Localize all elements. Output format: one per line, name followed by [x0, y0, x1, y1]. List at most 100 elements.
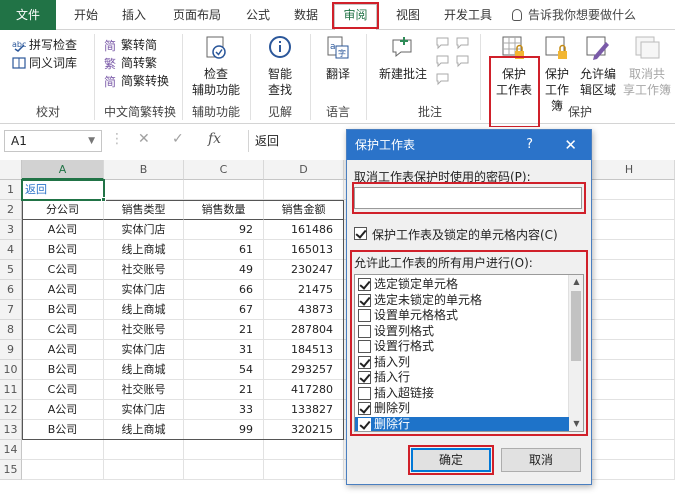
table-cell[interactable]: B公司	[22, 360, 104, 380]
grid-cell[interactable]	[184, 180, 264, 200]
row-header[interactable]: 12	[0, 400, 22, 420]
tab-home[interactable]: 开始	[68, 5, 104, 25]
table-cell[interactable]: 线上商城	[104, 300, 184, 320]
table-cell[interactable]: 实体门店	[104, 400, 184, 420]
grid-cell[interactable]	[584, 340, 675, 360]
enter-icon[interactable]: ✓	[172, 131, 184, 147]
next-comment-button[interactable]	[436, 52, 452, 70]
table-cell[interactable]: 线上商城	[104, 240, 184, 260]
protect-workbook-button[interactable]: 保护 工作簿	[540, 34, 574, 114]
table-cell[interactable]: 67	[184, 300, 264, 320]
new-comment-button[interactable]: 新建批注	[374, 34, 432, 82]
allow-edit-ranges-button[interactable]: 允许编 辑区域	[578, 34, 618, 98]
row-header[interactable]: 13	[0, 420, 22, 440]
grid-cell[interactable]	[584, 320, 675, 340]
unshare-workbook-button[interactable]: 取消共 享工作簿	[620, 34, 674, 98]
grid-cell[interactable]	[584, 460, 675, 480]
grid-cell[interactable]	[22, 460, 104, 480]
help-icon[interactable]: ?	[526, 130, 533, 160]
row-header[interactable]: 2	[0, 200, 22, 220]
grid-cell[interactable]	[584, 280, 675, 300]
formula-input[interactable]: 返回	[248, 130, 348, 152]
table-cell[interactable]: 54	[184, 360, 264, 380]
cancel-icon[interactable]: ✕	[138, 131, 150, 147]
protect-contents-checkbox[interactable]	[354, 227, 367, 240]
table-cell[interactable]: 33	[184, 400, 264, 420]
table-cell[interactable]: 92	[184, 220, 264, 240]
row-header[interactable]: 3	[0, 220, 22, 240]
chevron-down-icon[interactable]: ▼	[88, 131, 95, 151]
table-cell[interactable]: B公司	[22, 300, 104, 320]
show-ink-button[interactable]	[436, 70, 452, 88]
table-cell[interactable]: 161486	[264, 220, 344, 240]
previous-comment-button[interactable]	[456, 34, 472, 52]
tab-file[interactable]: 文件	[0, 0, 56, 30]
row-header[interactable]: 10	[0, 360, 22, 380]
fill-handle[interactable]	[101, 197, 106, 202]
row-header[interactable]: 8	[0, 320, 22, 340]
table-cell[interactable]: 21475	[264, 280, 344, 300]
row-header[interactable]: 15	[0, 460, 22, 480]
table-cell[interactable]: 61	[184, 240, 264, 260]
table-cell[interactable]: 21	[184, 380, 264, 400]
grid-cell[interactable]	[184, 440, 264, 460]
table-cell[interactable]: C公司	[22, 260, 104, 280]
row-header[interactable]: 7	[0, 300, 22, 320]
table-cell[interactable]: 43873	[264, 300, 344, 320]
grid-cell[interactable]	[104, 460, 184, 480]
table-cell[interactable]: 社交账号	[104, 320, 184, 340]
insert-function-icon[interactable]: fx	[208, 131, 221, 147]
column-header[interactable]: H	[584, 160, 675, 180]
table-cell[interactable]: 133827	[264, 400, 344, 420]
table-cell[interactable]: C公司	[22, 380, 104, 400]
row-header[interactable]: 4	[0, 240, 22, 260]
table-cell[interactable]: 线上商城	[104, 360, 184, 380]
table-cell[interactable]: 社交账号	[104, 380, 184, 400]
grid-cell[interactable]	[104, 180, 184, 200]
grid-cell[interactable]	[584, 440, 675, 460]
table-header-cell[interactable]: 销售数量	[184, 200, 264, 220]
row-header[interactable]: 6	[0, 280, 22, 300]
table-cell[interactable]: C公司	[22, 320, 104, 340]
grid-cell[interactable]	[584, 300, 675, 320]
close-icon[interactable]: ✕	[564, 130, 577, 160]
table-cell[interactable]: 31	[184, 340, 264, 360]
table-header-cell[interactable]: 销售金额	[264, 200, 344, 220]
grid-cell[interactable]	[104, 440, 184, 460]
grid-cell[interactable]	[184, 460, 264, 480]
tell-me-search[interactable]: 告诉我你想要做什么	[512, 5, 636, 25]
show-comments-button[interactable]	[456, 52, 472, 70]
grid-cell[interactable]	[584, 420, 675, 440]
spelling-button[interactable]: abc 拼写检查	[12, 36, 77, 54]
table-cell[interactable]: 49	[184, 260, 264, 280]
name-box[interactable]: A1 ▼	[4, 130, 102, 152]
table-cell[interactable]: 230247	[264, 260, 344, 280]
grid-cell[interactable]	[584, 400, 675, 420]
table-cell[interactable]: 社交账号	[104, 260, 184, 280]
grid-cell[interactable]	[264, 460, 344, 480]
delete-comment-button[interactable]	[436, 34, 452, 52]
table-cell[interactable]: 184513	[264, 340, 344, 360]
row-header[interactable]: 9	[0, 340, 22, 360]
column-header[interactable]: B	[104, 160, 184, 180]
tab-developer[interactable]: 开发工具	[438, 5, 498, 25]
grid-cell[interactable]	[584, 360, 675, 380]
row-header[interactable]: 14	[0, 440, 22, 460]
thesaurus-button[interactable]: 同义词库	[12, 54, 77, 72]
check-accessibility-button[interactable]: 检查 辅助功能	[190, 34, 242, 98]
table-cell[interactable]: 165013	[264, 240, 344, 260]
table-cell[interactable]: 287804	[264, 320, 344, 340]
grid-cell[interactable]	[584, 260, 675, 280]
table-cell[interactable]: 实体门店	[104, 280, 184, 300]
to-traditional-button[interactable]: 繁简转繁	[104, 54, 157, 72]
grid-cell[interactable]	[584, 380, 675, 400]
tab-data[interactable]: 数据	[288, 5, 324, 25]
table-cell[interactable]: A公司	[22, 340, 104, 360]
tab-view[interactable]: 视图	[390, 5, 426, 25]
table-header-cell[interactable]: 分公司	[22, 200, 104, 220]
table-cell[interactable]: 实体门店	[104, 220, 184, 240]
grid-cell[interactable]	[584, 220, 675, 240]
row-header[interactable]: 11	[0, 380, 22, 400]
table-cell[interactable]: 99	[184, 420, 264, 440]
row-header[interactable]: 5	[0, 260, 22, 280]
